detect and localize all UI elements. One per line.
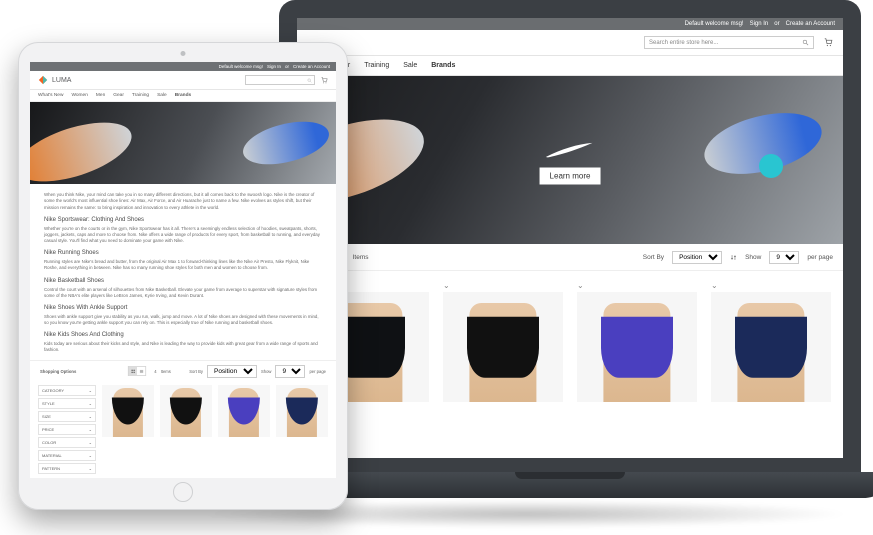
filter-price[interactable]: PRICE⌄: [38, 424, 96, 435]
sign-in-link[interactable]: Sign In: [267, 64, 281, 69]
list-view-icon[interactable]: [137, 367, 145, 375]
nav-brands[interactable]: Brands: [175, 93, 192, 98]
intro-paragraph: When you think Nike, your mind can take …: [44, 192, 322, 210]
per-page-label: per page: [807, 254, 833, 261]
section-heading: Nike Sportswear: Clothing And Shoes: [44, 217, 322, 223]
product-toolbar: 4 Items Sort By Position Show 9 per page: [297, 244, 843, 271]
nav-training[interactable]: Training: [364, 62, 389, 69]
section-paragraph: Kids today are serious about their kicks…: [44, 341, 322, 353]
laptop-screen: Default welcome msg! Sign In or Create a…: [297, 18, 843, 458]
main-nav: Men Gear Training Sale Brands: [297, 56, 843, 76]
section-heading: Nike Shoes With Ankle Support: [44, 305, 322, 311]
nav-men[interactable]: Men: [96, 93, 105, 98]
nav-gear[interactable]: Gear: [113, 93, 124, 98]
product-card[interactable]: ⌄: [577, 281, 697, 402]
brand-logo[interactable]: LUMA: [38, 75, 71, 85]
nav-women[interactable]: Women: [71, 93, 87, 98]
nav-whats-new[interactable]: What's New: [38, 93, 63, 98]
sort-label: Sort By: [643, 254, 664, 261]
cart-icon[interactable]: [824, 38, 833, 47]
items-label: Items: [161, 369, 171, 374]
main-nav: What's New Women Men Gear Training Sale …: [30, 90, 336, 102]
search-icon: [802, 39, 809, 46]
tablet-screen: Default welcome msg! Sign In or Create a…: [30, 62, 336, 478]
filter-sidebar: CATEGORY⌄ STYLE⌄ SIZE⌄ PRICE⌄ COLOR⌄ MAT…: [38, 385, 96, 474]
cart-icon[interactable]: [321, 77, 328, 84]
nav-brands[interactable]: Brands: [431, 62, 455, 69]
nav-training[interactable]: Training: [132, 93, 149, 98]
hero-banner: Learn more: [297, 76, 843, 244]
show-select[interactable]: 9: [769, 251, 799, 264]
section-heading: Nike Kids Shoes And Clothing: [44, 332, 322, 338]
filter-pattern[interactable]: PATTERN⌄: [38, 463, 96, 474]
product-card[interactable]: ⌄: [711, 281, 831, 402]
filter-style[interactable]: STYLE⌄: [38, 398, 96, 409]
create-account-link[interactable]: Create an Account: [293, 64, 330, 69]
chevron-down-icon: ⌄: [711, 281, 718, 290]
home-button[interactable]: [173, 482, 193, 502]
items-label: Items: [353, 254, 369, 261]
nav-sale[interactable]: Sale: [157, 93, 167, 98]
store-header: LUMA: [30, 71, 336, 90]
section-paragraph: Control the court with an arsenal of sil…: [44, 287, 322, 299]
product-card[interactable]: ⌄: [443, 281, 563, 402]
or-text: or: [774, 21, 779, 27]
show-select[interactable]: 9: [275, 365, 305, 378]
welcome-msg: Default welcome msg!: [685, 21, 744, 27]
learn-more-button[interactable]: Learn more: [540, 168, 601, 185]
section-paragraph: Running styles are Nike's bread and butt…: [44, 259, 322, 271]
section-paragraph: Whether you're on the courts or in the g…: [44, 226, 322, 244]
nav-sale[interactable]: Sale: [403, 62, 417, 69]
search-input[interactable]: Search entire store here...: [644, 36, 814, 49]
filter-size[interactable]: SIZE⌄: [38, 411, 96, 422]
account-topbar: Default welcome msg! Sign In or Create a…: [297, 18, 843, 30]
welcome-msg: Default welcome msg!: [219, 64, 263, 69]
view-mode-toggle[interactable]: [128, 366, 146, 376]
sort-select[interactable]: Position: [207, 365, 257, 378]
hero-banner: [30, 102, 336, 184]
filter-color[interactable]: COLOR⌄: [38, 437, 96, 448]
sign-in-link[interactable]: Sign In: [750, 21, 769, 27]
product-grid: [102, 385, 328, 474]
filter-material[interactable]: MATERIAL⌄: [38, 450, 96, 461]
product-card[interactable]: [276, 385, 328, 437]
account-topbar: Default welcome msg! Sign In or Create a…: [30, 62, 336, 71]
section-heading: Nike Running Shoes: [44, 250, 322, 256]
product-area: CATEGORY⌄ STYLE⌄ SIZE⌄ PRICE⌄ COLOR⌄ MAT…: [30, 381, 336, 478]
chevron-down-icon: ⌄: [577, 281, 584, 290]
show-label: Show: [261, 369, 271, 374]
search-placeholder: Search entire store here...: [649, 40, 718, 46]
brand-text: LUMA: [52, 77, 71, 84]
chevron-down-icon: ⌄: [443, 281, 450, 290]
items-count: 4: [154, 369, 156, 374]
create-account-link[interactable]: Create an Account: [786, 21, 835, 27]
nike-logo-icon: [540, 142, 594, 162]
section-heading: Nike Basketball Shoes: [44, 278, 322, 284]
section-paragraph: Shoes with ankle support give you stabil…: [44, 314, 322, 326]
sort-label: Sort By: [189, 369, 203, 374]
product-card[interactable]: [102, 385, 154, 437]
sort-direction-icon[interactable]: [730, 254, 737, 261]
search-icon: [307, 78, 312, 83]
shopping-options-label: Shopping Options: [40, 369, 76, 374]
show-label: Show: [745, 254, 761, 261]
product-toolbar: Shopping Options 4 Items Sort By Positio…: [30, 360, 336, 381]
content-body: When you think Nike, your mind can take …: [30, 184, 336, 360]
tablet-device: Default welcome msg! Sign In or Create a…: [18, 42, 348, 510]
product-card[interactable]: [160, 385, 212, 437]
per-page-label: per page: [309, 369, 326, 374]
product-card[interactable]: [218, 385, 270, 437]
product-grid: ⌄ ⌄ ⌄ ⌄: [297, 271, 843, 412]
sort-select[interactable]: Position: [672, 251, 722, 264]
or-text: or: [285, 64, 289, 69]
filter-category[interactable]: CATEGORY⌄: [38, 385, 96, 396]
luma-icon: [38, 75, 48, 85]
store-header: Search entire store here...: [297, 30, 843, 56]
search-input[interactable]: [245, 75, 315, 85]
laptop-device: Default welcome msg! Sign In or Create a…: [279, 0, 861, 472]
